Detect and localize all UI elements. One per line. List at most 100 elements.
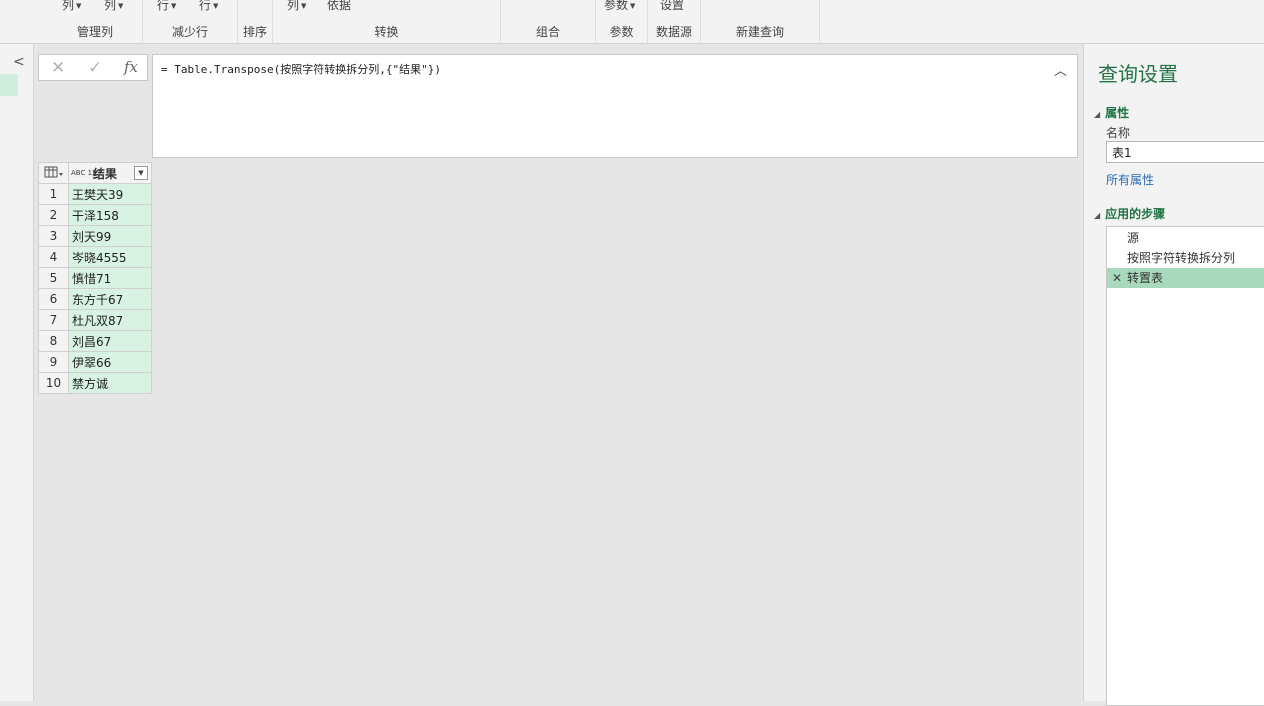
button-label: 设置	[660, 0, 685, 12]
ribbon: 列 ▼ 列 ▼ 管理列 行 ▼ 行 ▼ 减少行 排序 列 ▼ 依据 转换 组合 参数 ▼ 参…	[0, 0, 1264, 44]
remove-columns-button[interactable]: 列 ▼	[104, 0, 123, 13]
delete-step-icon[interactable]: ✕	[1112, 268, 1122, 288]
step-label: 源	[1127, 231, 1140, 245]
step-label: 按照字符转换拆分列	[1127, 251, 1236, 265]
ribbon-group-new-query: 新建查询	[701, 0, 820, 44]
table-cell[interactable]: 刘天99	[68, 225, 152, 247]
button-label: 行	[157, 0, 170, 12]
ribbon-group-label: 转换	[374, 25, 399, 39]
row-number[interactable]: 6	[38, 288, 69, 310]
remove-rows-button[interactable]: 行 ▼	[199, 0, 218, 13]
selected-query-indicator	[0, 74, 18, 96]
table-icon	[44, 166, 63, 177]
chevron-left-icon[interactable]: <	[13, 54, 25, 70]
choose-columns-button[interactable]: 列 ▼	[62, 0, 81, 13]
table-row: 10 禁方诚	[38, 372, 152, 394]
manage-parameters-button[interactable]: 参数 ▼	[604, 0, 635, 13]
row-number[interactable]: 9	[38, 351, 69, 373]
formula-text[interactable]: = Table.Transpose(按照字符转换拆分列,{"结果"})	[161, 61, 441, 77]
step-split-column[interactable]: 按照字符转换拆分列	[1107, 248, 1264, 268]
filter-dropdown-icon[interactable]: ▼	[134, 166, 148, 180]
row-number[interactable]: 10	[38, 372, 69, 394]
dropdown-caret-icon: ▼	[301, 1, 307, 10]
table-cell[interactable]: 伊翠66	[68, 351, 152, 373]
row-number[interactable]: 7	[38, 309, 69, 331]
button-label: 行	[199, 0, 212, 12]
ribbon-group-data-sources: 设置 数据源	[648, 0, 701, 44]
ribbon-group-manage-columns: 列 ▼ 列 ▼ 管理列	[48, 0, 143, 44]
name-label: 名称	[1106, 126, 1131, 140]
collapse-triangle-icon: ◢	[1094, 211, 1101, 220]
query-settings-title: 查询设置	[1098, 62, 1178, 86]
table-row: 3 刘天99	[38, 225, 152, 247]
ribbon-group-label: 管理列	[76, 25, 113, 39]
applied-steps-list: 源 按照字符转换拆分列 ✕ 转置表	[1106, 226, 1264, 706]
button-label: 依据	[327, 0, 352, 12]
table-row: 1 王樊天39	[38, 183, 152, 205]
button-label: 列	[287, 0, 300, 12]
row-number[interactable]: 3	[38, 225, 69, 247]
dropdown-caret-icon: ▼	[118, 1, 124, 10]
query-name-input[interactable]	[1106, 141, 1264, 163]
table-cell[interactable]: 王樊天39	[68, 183, 152, 205]
dropdown-caret-icon: ▼	[171, 1, 177, 10]
step-source[interactable]: 源	[1107, 228, 1264, 248]
button-label: 参数	[604, 0, 629, 12]
all-properties-link[interactable]: 所有属性	[1106, 171, 1154, 188]
step-label: 转置表	[1127, 271, 1164, 285]
dropdown-caret-icon: ▼	[76, 1, 82, 10]
properties-label: 属性	[1105, 106, 1130, 120]
query-settings-panel: 查询设置 ◢ 属性 名称 所有属性 ◢ 应用的步骤 源 按照字符转换拆分列 ✕ 转置表	[1083, 44, 1264, 706]
ribbon-group-label: 参数	[609, 25, 634, 39]
table-cell[interactable]: 杜凡双87	[68, 309, 152, 331]
table-cell[interactable]: 刘昌67	[68, 330, 152, 352]
confirm-formula-icon[interactable]: ✓	[88, 58, 102, 78]
queries-pane-collapsed: <	[0, 44, 34, 701]
table-row: 8 刘昌67	[38, 330, 152, 352]
table-row: 2 干泽158	[38, 204, 152, 226]
data-grid: ABC 123 结果 ▼ 1 王樊天39 2 干泽158 3 刘天99 4 岑晓4555…	[38, 162, 152, 394]
table-row: 4 岑晓4555	[38, 246, 152, 268]
ribbon-group-label: 数据源	[655, 25, 692, 39]
table-cell[interactable]: 岑晓4555	[68, 246, 152, 268]
ribbon-group-parameters: 参数 ▼ 参数	[596, 0, 648, 44]
properties-section-header[interactable]: ◢ 属性	[1094, 104, 1129, 121]
formula-tools: ✕ ✓ fx	[38, 54, 148, 81]
button-label: 列	[104, 0, 117, 12]
insert-function-icon[interactable]: fx	[124, 58, 138, 76]
row-number[interactable]: 8	[38, 330, 69, 352]
type-any-icon[interactable]: ABC 123	[71, 169, 101, 177]
keep-rows-button[interactable]: 行 ▼	[157, 0, 176, 13]
ribbon-group-label: 新建查询	[735, 25, 784, 39]
row-number[interactable]: 2	[38, 204, 69, 226]
dropdown-caret-icon: ▼	[213, 1, 219, 10]
applied-steps-label: 应用的步骤	[1105, 207, 1166, 221]
table-cell[interactable]: 禁方诚	[68, 372, 152, 394]
ribbon-group-label: 减少行	[171, 25, 208, 39]
table-cell[interactable]: 慎惜71	[68, 267, 152, 289]
row-number[interactable]: 5	[38, 267, 69, 289]
row-number[interactable]: 1	[38, 183, 69, 205]
table-cell[interactable]: 干泽158	[68, 204, 152, 226]
table-row: 7 杜凡双87	[38, 309, 152, 331]
collapse-triangle-icon: ◢	[1094, 110, 1101, 119]
table-row: 5 慎惜71	[38, 267, 152, 289]
table-cell[interactable]: 东方千67	[68, 288, 152, 310]
step-transposed-table[interactable]: ✕ 转置表	[1107, 268, 1264, 288]
ribbon-group-sort: 排序	[238, 0, 273, 44]
table-row: 9 伊翠66	[38, 351, 152, 373]
row-number[interactable]: 4	[38, 246, 69, 268]
applied-steps-section-header[interactable]: ◢ 应用的步骤	[1094, 205, 1165, 222]
column-header[interactable]: ABC 123 结果 ▼	[68, 162, 152, 184]
ribbon-group-reduce-rows: 行 ▼ 行 ▼ 减少行	[143, 0, 238, 44]
table-menu-icon[interactable]	[38, 162, 69, 184]
data-source-settings-button[interactable]: 设置	[660, 0, 684, 13]
group-by-button[interactable]: 依据	[327, 0, 351, 13]
split-column-button[interactable]: 列 ▼	[287, 0, 306, 13]
collapse-formula-bar-icon[interactable]: ︿	[1054, 60, 1067, 79]
button-label: 列	[62, 0, 75, 12]
formula-bar[interactable]: = Table.Transpose(按照字符转换拆分列,{"结果"}) ︿	[152, 54, 1078, 158]
cancel-formula-icon[interactable]: ✕	[51, 58, 65, 78]
table-row: 6 东方千67	[38, 288, 152, 310]
ribbon-group-label: 排序	[242, 25, 267, 39]
